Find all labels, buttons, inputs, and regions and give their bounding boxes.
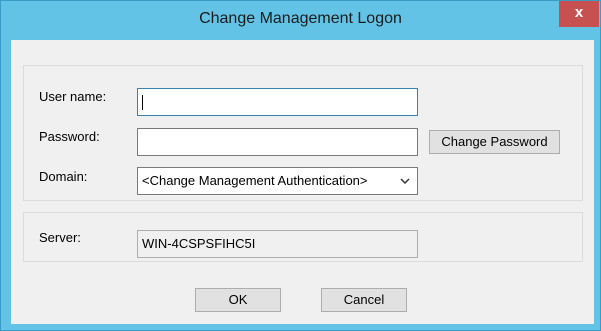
title-bar[interactable]: Change Management Logon x <box>1 1 600 39</box>
close-icon: x <box>574 4 584 21</box>
chevron-down-icon[interactable] <box>399 168 411 203</box>
credentials-group: User name: Password: Change Password Dom… <box>23 65 583 201</box>
server-group: Server: WIN-4CSPSFIHC5I <box>23 212 583 262</box>
close-button[interactable]: x <box>559 1 599 27</box>
logon-dialog: Change Management Logon x User name: Pas… <box>0 0 601 331</box>
dialog-title: Change Management Logon <box>199 10 402 27</box>
username-label: User name: <box>39 89 107 104</box>
password-input[interactable] <box>137 128 418 156</box>
domain-select[interactable]: <Change Management Authentication> <box>137 167 418 195</box>
cancel-button[interactable]: Cancel <box>321 288 407 312</box>
change-password-button[interactable]: Change Password <box>429 130 560 154</box>
domain-selected-value: <Change Management Authentication> <box>142 173 368 188</box>
server-field: WIN-4CSPSFIHC5I <box>137 230 418 258</box>
dialog-client-area: User name: Password: Change Password Dom… <box>11 40 594 324</box>
domain-label: Domain: <box>39 169 88 184</box>
password-label: Password: <box>39 129 100 144</box>
server-label: Server: <box>39 230 81 245</box>
username-input[interactable] <box>137 88 418 116</box>
text-caret <box>142 95 143 110</box>
ok-button[interactable]: OK <box>195 288 281 312</box>
